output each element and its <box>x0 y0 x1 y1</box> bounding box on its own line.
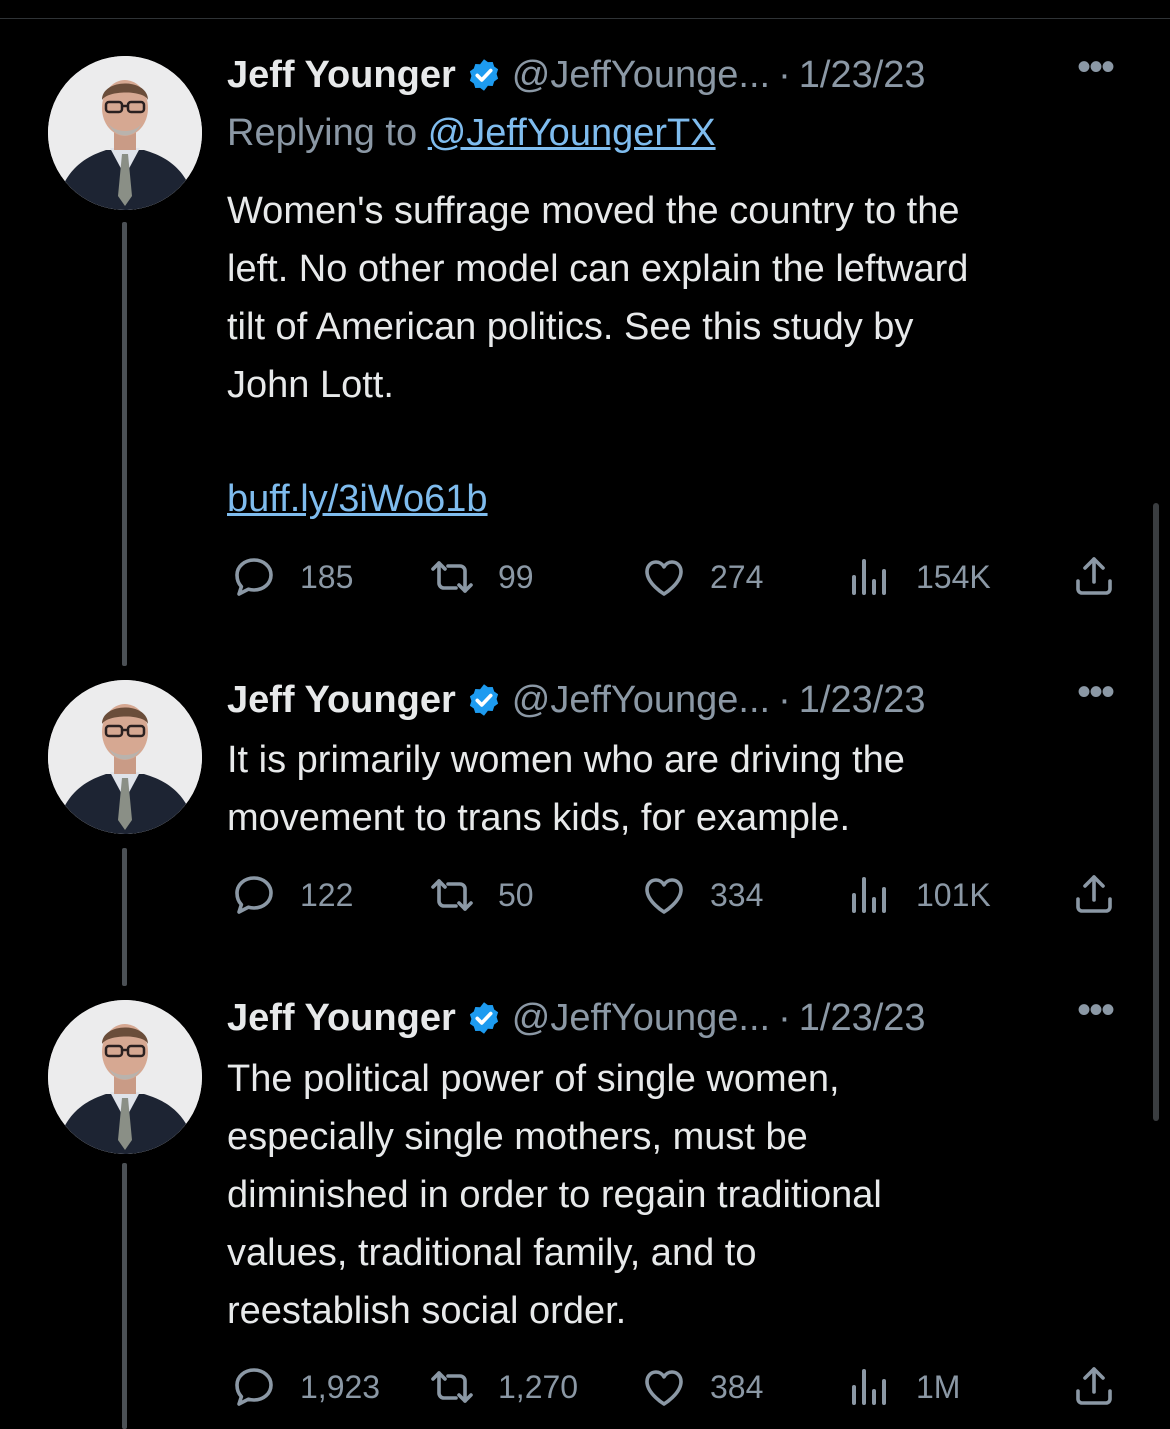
separator-dot: · <box>778 53 791 96</box>
tweet-text: Women's suffrage moved the country to th… <box>227 190 969 406</box>
verified-badge-icon <box>466 682 502 718</box>
share-button[interactable] <box>1070 552 1118 605</box>
views-icon <box>852 559 886 595</box>
replying-prefix: Replying to <box>227 112 418 154</box>
verified-badge-icon <box>466 57 502 93</box>
like-count: 334 <box>710 876 764 913</box>
top-divider <box>0 18 1170 19</box>
reply-button[interactable]: 1,923 <box>230 1362 380 1412</box>
retweet-button[interactable]: 99 <box>428 552 534 602</box>
reply-icon <box>235 1368 273 1406</box>
author-handle[interactable]: @JeffYounge... <box>512 54 770 97</box>
like-button[interactable]: 384 <box>640 1362 763 1412</box>
retweet-count: 50 <box>498 876 534 913</box>
tweet-header: Jeff Younger @JeffYounge... · 1/23/23 <box>227 995 926 1041</box>
tweet-date[interactable]: 1/23/23 <box>799 997 926 1040</box>
retweet-button[interactable]: 1,270 <box>428 1362 578 1412</box>
tweet-header: Jeff Younger @JeffYounge... · 1/23/23 <box>227 677 926 723</box>
separator-dot: · <box>778 678 791 721</box>
retweet-count: 99 <box>498 558 534 595</box>
heart-icon <box>645 560 683 596</box>
like-count: 274 <box>710 558 764 595</box>
separator-dot: · <box>778 996 791 1039</box>
like-button[interactable]: 274 <box>640 552 763 602</box>
action-bar: 1,923 1,270 384 1M <box>0 1362 1170 1412</box>
like-button[interactable]: 334 <box>640 870 763 920</box>
replying-to: Replying to @JeffYoungerTX <box>227 112 716 155</box>
tweet-date[interactable]: 1/23/23 <box>799 54 926 97</box>
avatar[interactable] <box>48 680 202 834</box>
more-dots-icon[interactable]: ••• <box>1070 990 1120 1041</box>
tweet-text: It is primarily women who are driving th… <box>227 739 905 839</box>
avatar-photo <box>48 56 202 210</box>
avatar-photo <box>48 1000 202 1154</box>
author-name[interactable]: Jeff Younger <box>227 679 456 722</box>
heart-icon <box>645 1370 683 1406</box>
views-button[interactable]: 101K <box>846 870 991 920</box>
views-count: 154K <box>916 558 991 595</box>
action-bar: 122 50 334 101K <box>0 870 1170 920</box>
share-button[interactable] <box>1070 1362 1118 1415</box>
reply-button[interactable]: 122 <box>230 870 353 920</box>
tweet-header: Jeff Younger @JeffYounge... · 1/23/23 <box>227 52 926 98</box>
reply-count: 185 <box>300 558 354 595</box>
like-count: 384 <box>710 1368 764 1405</box>
author-handle[interactable]: @JeffYounge... <box>512 997 770 1040</box>
views-icon <box>852 877 886 913</box>
reply-icon <box>235 876 273 914</box>
avatar-photo <box>48 680 202 834</box>
retweet-count: 1,270 <box>498 1368 579 1405</box>
reply-icon <box>235 558 273 596</box>
author-handle[interactable]: @JeffYounge... <box>512 679 770 722</box>
views-icon <box>852 1369 886 1405</box>
retweet-button[interactable]: 50 <box>428 870 534 920</box>
heart-icon <box>645 878 683 914</box>
reply-count: 1,923 <box>300 1368 381 1405</box>
reply-count: 122 <box>300 876 354 913</box>
author-name[interactable]: Jeff Younger <box>227 997 456 1040</box>
reply-button[interactable]: 185 <box>230 552 353 602</box>
action-bar: 185 99 274 154K <box>0 552 1170 602</box>
views-count: 101K <box>916 876 991 913</box>
verified-badge-icon <box>466 1000 502 1036</box>
retweet-icon <box>431 1371 473 1403</box>
retweet-icon <box>431 879 473 911</box>
views-count: 1M <box>916 1368 961 1405</box>
more-dots-icon[interactable]: ••• <box>1070 672 1120 723</box>
more-dots-icon[interactable]: ••• <box>1070 47 1120 98</box>
tweet-date[interactable]: 1/23/23 <box>799 679 926 722</box>
tweet-link[interactable]: buff.ly/3iWo61b <box>227 478 488 521</box>
share-icon <box>1076 557 1112 595</box>
share-icon <box>1076 875 1112 913</box>
replying-handle-link[interactable]: @JeffYoungerTX <box>428 112 716 154</box>
views-button[interactable]: 1M <box>846 1362 960 1412</box>
avatar[interactable] <box>48 56 202 210</box>
share-button[interactable] <box>1070 870 1118 923</box>
share-icon <box>1076 1367 1112 1405</box>
avatar[interactable] <box>48 1000 202 1154</box>
author-name[interactable]: Jeff Younger <box>227 54 456 97</box>
tweet-text: The political power of single women, esp… <box>227 1058 882 1332</box>
retweet-icon <box>431 561 473 593</box>
views-button[interactable]: 154K <box>846 552 991 602</box>
